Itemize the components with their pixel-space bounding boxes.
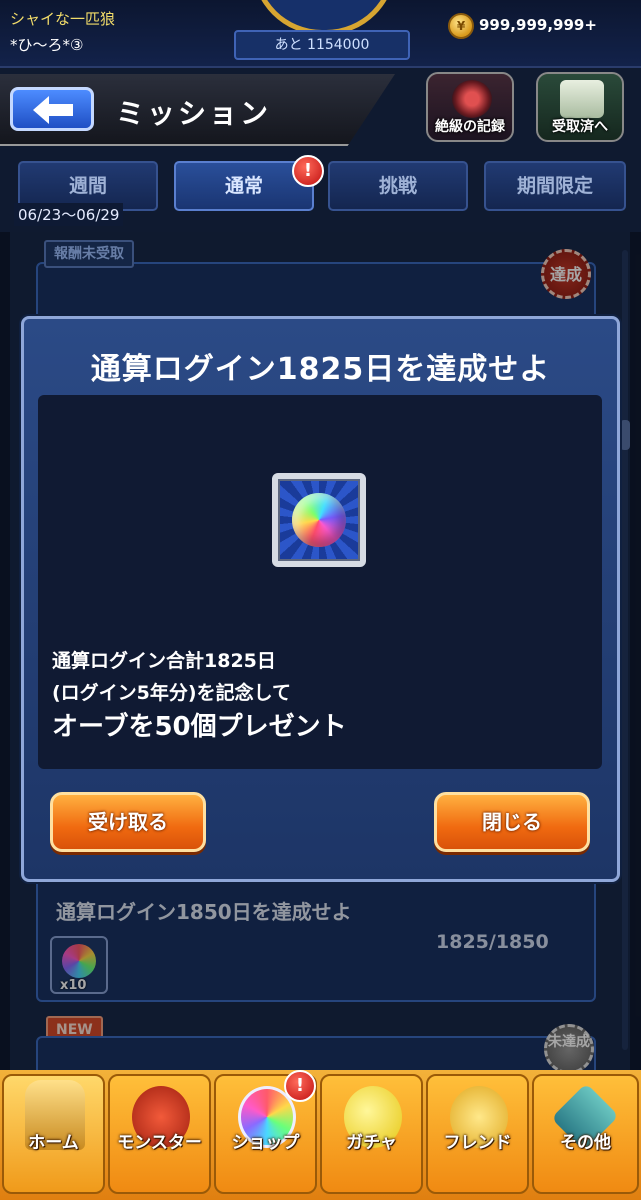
nav-label: ホーム	[28, 1133, 79, 1153]
received-button[interactable]: 受取済へ	[536, 72, 624, 142]
player-name: *ひ〜ろ*③	[10, 36, 84, 54]
nav-label: フレンド	[443, 1133, 512, 1153]
nav-monster[interactable]: モンスター	[108, 1074, 211, 1194]
nav-label: ショップ	[231, 1133, 300, 1153]
nav-gacha[interactable]: ガチャ	[320, 1074, 423, 1194]
dialog-description-line: (ログイン5年分)を記念して	[52, 682, 292, 704]
nav-label: ガチャ	[346, 1133, 397, 1153]
back-button[interactable]	[10, 87, 94, 131]
tab-challenge[interactable]: 挑戦	[328, 161, 468, 211]
page-title: ミッション	[116, 97, 272, 130]
close-button[interactable]: 閉じる	[434, 792, 590, 852]
receive-button[interactable]: 受け取る	[50, 792, 206, 852]
nav-label: その他	[560, 1133, 611, 1153]
nav-label: モンスター	[117, 1133, 202, 1153]
dialog-description-line: 通算ログイン合計1825日	[52, 650, 276, 672]
nav-other[interactable]: その他	[532, 1074, 639, 1194]
nav-friend[interactable]: フレンド	[426, 1074, 529, 1194]
week-range: 06/23〜06/29	[14, 203, 124, 226]
record-label: 絶級の記録	[435, 119, 505, 135]
dialog-title: 通算ログイン1825日を達成せよ	[90, 352, 551, 387]
received-label: 受取済へ	[552, 119, 608, 135]
record-icon	[452, 80, 492, 118]
nav-home[interactable]: ホーム	[2, 1074, 105, 1194]
coin-icon: ¥	[448, 13, 474, 39]
exp-remaining: あと 1154000	[234, 30, 410, 60]
tab-limited[interactable]: 期間限定	[484, 161, 626, 211]
coin-value: 999,999,999+	[479, 16, 597, 34]
alert-icon: !	[292, 155, 324, 187]
back-arrow-icon	[33, 96, 73, 124]
player-title: シャイな一匹狼	[10, 10, 116, 28]
book-icon	[560, 80, 604, 118]
dialog-reward-text: オーブを50個プレゼント	[52, 712, 347, 742]
alert-icon: !	[284, 1070, 316, 1102]
record-button[interactable]: 絶級の記録	[426, 72, 514, 142]
orb-icon	[292, 493, 346, 547]
